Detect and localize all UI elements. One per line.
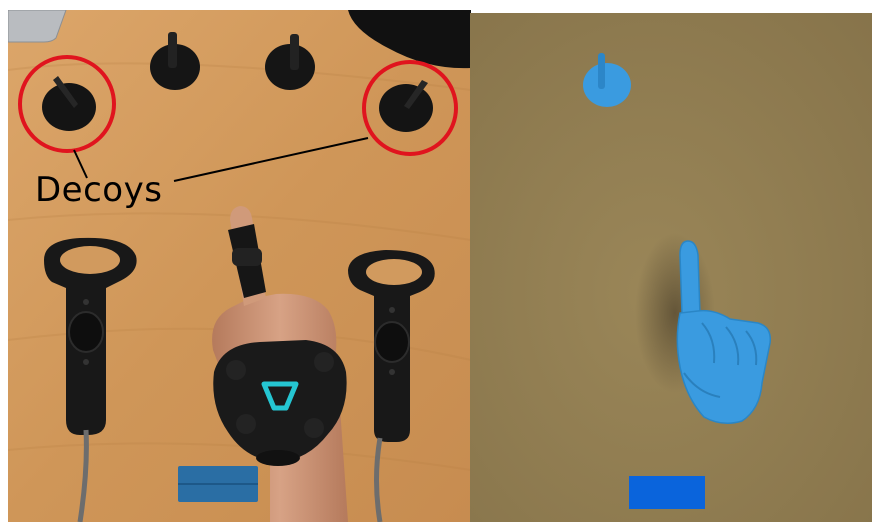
virtual-sponge-marker	[629, 476, 705, 509]
blue-sponge	[178, 466, 258, 502]
real-scene-photo: Decoys	[8, 10, 471, 522]
virtual-scene-drawing	[470, 13, 872, 522]
virtual-scene-render	[470, 13, 872, 522]
decoys-annotation-label: Decoys	[35, 170, 163, 210]
real-scene-drawing	[8, 10, 471, 522]
